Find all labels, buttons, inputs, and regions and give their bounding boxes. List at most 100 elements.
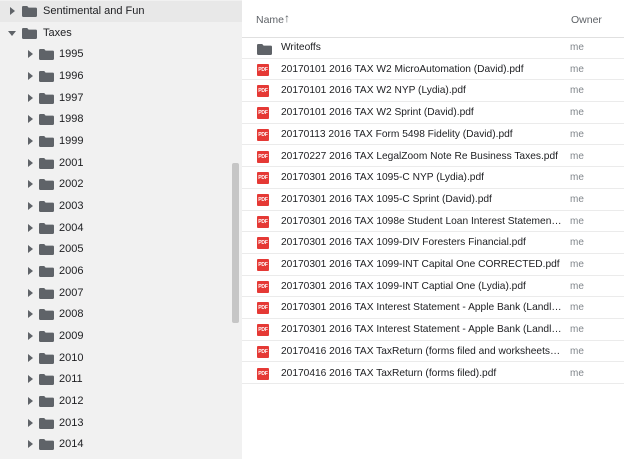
tree-item-2003[interactable]: 2003 bbox=[0, 196, 242, 217]
chevron-right-icon[interactable] bbox=[28, 332, 33, 340]
chevron-right-icon[interactable] bbox=[28, 419, 33, 427]
tree-item-taxes[interactable]: Taxes bbox=[0, 23, 242, 44]
tree-item-label: 2002 bbox=[59, 178, 84, 190]
tree-item-2011[interactable]: 2011 bbox=[0, 369, 242, 390]
list-header: Name ↑ Owner bbox=[242, 0, 624, 38]
file-row[interactable]: PDF 20170301 2016 TAX 1098e Student Loan … bbox=[242, 211, 624, 233]
chevron-right-icon[interactable] bbox=[28, 159, 33, 167]
chevron-right-icon[interactable] bbox=[28, 440, 33, 448]
tree-item-label: 2009 bbox=[59, 330, 84, 342]
chevron-right-icon[interactable] bbox=[28, 310, 33, 318]
chevron-right-icon[interactable] bbox=[28, 267, 33, 275]
folder-row[interactable]: Writeoffs me bbox=[242, 37, 624, 59]
folder-icon bbox=[39, 288, 54, 299]
tree-item-2009[interactable]: 2009 bbox=[0, 326, 242, 347]
tree-item-label: 1998 bbox=[59, 113, 84, 125]
file-owner: me bbox=[570, 150, 584, 162]
chevron-right-icon[interactable] bbox=[28, 94, 33, 102]
file-name: 20170301 2016 TAX 1095-C NYP (Lydia).pdf bbox=[281, 172, 484, 184]
tree-item-2010[interactable]: 2010 bbox=[0, 348, 242, 369]
file-owner: me bbox=[570, 324, 584, 336]
tree-item-2004[interactable]: 2004 bbox=[0, 218, 242, 239]
tree-item-2013[interactable]: 2013 bbox=[0, 413, 242, 434]
tree-item-1997[interactable]: 1997 bbox=[0, 88, 242, 109]
folder-tree-sidebar: Sentimental and Fun Taxes 1995 1996 1997 1998… bbox=[0, 0, 242, 459]
tree-item-label: 1995 bbox=[59, 48, 84, 60]
chevron-right-icon[interactable] bbox=[28, 397, 33, 405]
file-row[interactable]: PDF 20170227 2016 TAX LegalZoom Note Re B… bbox=[242, 146, 624, 168]
file-row[interactable]: PDF 20170301 2016 TAX Interest Statement … bbox=[242, 319, 624, 341]
tree-item-label: 2006 bbox=[59, 265, 84, 277]
tree-item-label: 2011 bbox=[59, 373, 83, 385]
folder-icon bbox=[39, 331, 54, 342]
folder-icon bbox=[39, 266, 54, 277]
tree-item-label: 2001 bbox=[59, 157, 84, 169]
file-row[interactable]: PDF 20170301 2016 TAX 1099-INT Captial On… bbox=[242, 276, 624, 298]
chevron-right-icon[interactable] bbox=[28, 289, 33, 297]
pdf-file-icon: PDF bbox=[257, 193, 269, 206]
file-name: 20170101 2016 TAX W2 MicroAutomation (Da… bbox=[281, 63, 524, 75]
tree-item-2002[interactable]: 2002 bbox=[0, 174, 242, 195]
file-owner: me bbox=[570, 367, 584, 379]
tree-item-2014[interactable]: 2014 bbox=[0, 434, 242, 455]
file-row[interactable]: PDF 20170301 2016 TAX 1099-INT Capital On… bbox=[242, 254, 624, 276]
file-row[interactable]: PDF 20170301 2016 TAX 1095-C Sprint (Davi… bbox=[242, 189, 624, 211]
tree-item-2012[interactable]: 2012 bbox=[0, 391, 242, 412]
tree-item-1999[interactable]: 1999 bbox=[0, 131, 242, 152]
chevron-right-icon[interactable] bbox=[28, 202, 33, 210]
chevron-right-icon[interactable] bbox=[28, 354, 33, 362]
file-row[interactable]: PDF 20170101 2016 TAX W2 Sprint (David).p… bbox=[242, 102, 624, 124]
file-name: 20170301 2016 TAX 1098e Student Loan Int… bbox=[281, 215, 563, 227]
folder-icon bbox=[39, 353, 54, 364]
file-row[interactable]: PDF 20170301 2016 TAX 1099-DIV Foresters … bbox=[242, 232, 624, 254]
file-row[interactable]: PDF 20170301 2016 TAX Interest Statement … bbox=[242, 297, 624, 320]
tree-item-1998[interactable]: 1998 bbox=[0, 109, 242, 130]
file-row[interactable]: PDF 20170101 2016 TAX W2 MicroAutomation … bbox=[242, 59, 624, 81]
tree-item-2001[interactable]: 2001 bbox=[0, 153, 242, 174]
file-row[interactable]: PDF 20170416 2016 TAX TaxReturn (forms fi… bbox=[242, 341, 624, 363]
chevron-right-icon[interactable] bbox=[28, 137, 33, 145]
folder-icon bbox=[39, 93, 54, 104]
tree-item-sentimental-and-fun[interactable]: Sentimental and Fun bbox=[0, 1, 242, 22]
tree-item-1996[interactable]: 1996 bbox=[0, 66, 242, 87]
tree-item-2005[interactable]: 2005 bbox=[0, 239, 242, 260]
chevron-right-icon[interactable] bbox=[10, 7, 15, 15]
chevron-right-icon[interactable] bbox=[28, 72, 33, 80]
chevron-right-icon[interactable] bbox=[28, 375, 33, 383]
file-name: 20170416 2016 TAX TaxReturn (forms filed… bbox=[281, 367, 497, 379]
tree-item-2007[interactable]: 2007 bbox=[0, 283, 242, 304]
chevron-right-icon[interactable] bbox=[28, 245, 33, 253]
file-name: 20170301 2016 TAX 1099-INT Capital One C… bbox=[281, 259, 560, 270]
chevron-down-icon[interactable] bbox=[8, 31, 16, 36]
tree-item-2006[interactable]: 2006 bbox=[0, 261, 242, 282]
arrow-up-icon[interactable]: ↑ bbox=[284, 11, 290, 25]
folder-icon bbox=[39, 374, 54, 385]
name-column-header[interactable]: Name bbox=[256, 14, 284, 26]
file-name: 20170113 2016 TAX Form 5498 Fidelity (Da… bbox=[281, 128, 513, 140]
tree-item-label: 2008 bbox=[59, 308, 84, 320]
file-row[interactable]: PDF 20170416 2016 TAX TaxReturn (forms fi… bbox=[242, 363, 624, 385]
file-row[interactable]: PDF 20170101 2016 TAX W2 NYP (Lydia).pdf m… bbox=[242, 80, 624, 103]
tree-item-1995[interactable]: 1995 bbox=[0, 44, 242, 65]
chevron-right-icon[interactable] bbox=[28, 180, 33, 188]
tree-item-label: 2013 bbox=[59, 417, 84, 429]
folder-icon bbox=[39, 179, 54, 190]
file-row[interactable]: PDF 20170113 2016 TAX Form 5498 Fidelity … bbox=[242, 124, 624, 146]
file-owner: me bbox=[570, 85, 584, 97]
sidebar-scrollbar[interactable] bbox=[232, 163, 239, 323]
file-row[interactable]: PDF 20170301 2016 TAX 1095-C NYP (Lydia).… bbox=[242, 167, 624, 189]
file-name: 20170227 2016 TAX LegalZoom Note Re Busi… bbox=[281, 150, 558, 162]
folder-icon bbox=[22, 6, 37, 17]
chevron-right-icon[interactable] bbox=[28, 50, 33, 58]
tree-item-2008[interactable]: 2008 bbox=[0, 304, 242, 325]
tree-item-label: 2012 bbox=[59, 395, 84, 407]
owner-column-header[interactable]: Owner bbox=[571, 14, 602, 26]
chevron-right-icon[interactable] bbox=[28, 115, 33, 123]
file-name: 20170416 2016 TAX TaxReturn (forms filed… bbox=[281, 345, 563, 357]
file-owner: me bbox=[570, 107, 584, 119]
file-name: 20170301 2016 TAX 1095-C Sprint (David).… bbox=[281, 193, 492, 205]
file-owner: me bbox=[570, 172, 584, 184]
chevron-right-icon[interactable] bbox=[28, 224, 33, 232]
file-owner: me bbox=[570, 280, 584, 292]
file-list: Name ↑ Owner Writeoffs me PDF 20170101 2016… bbox=[242, 0, 624, 459]
